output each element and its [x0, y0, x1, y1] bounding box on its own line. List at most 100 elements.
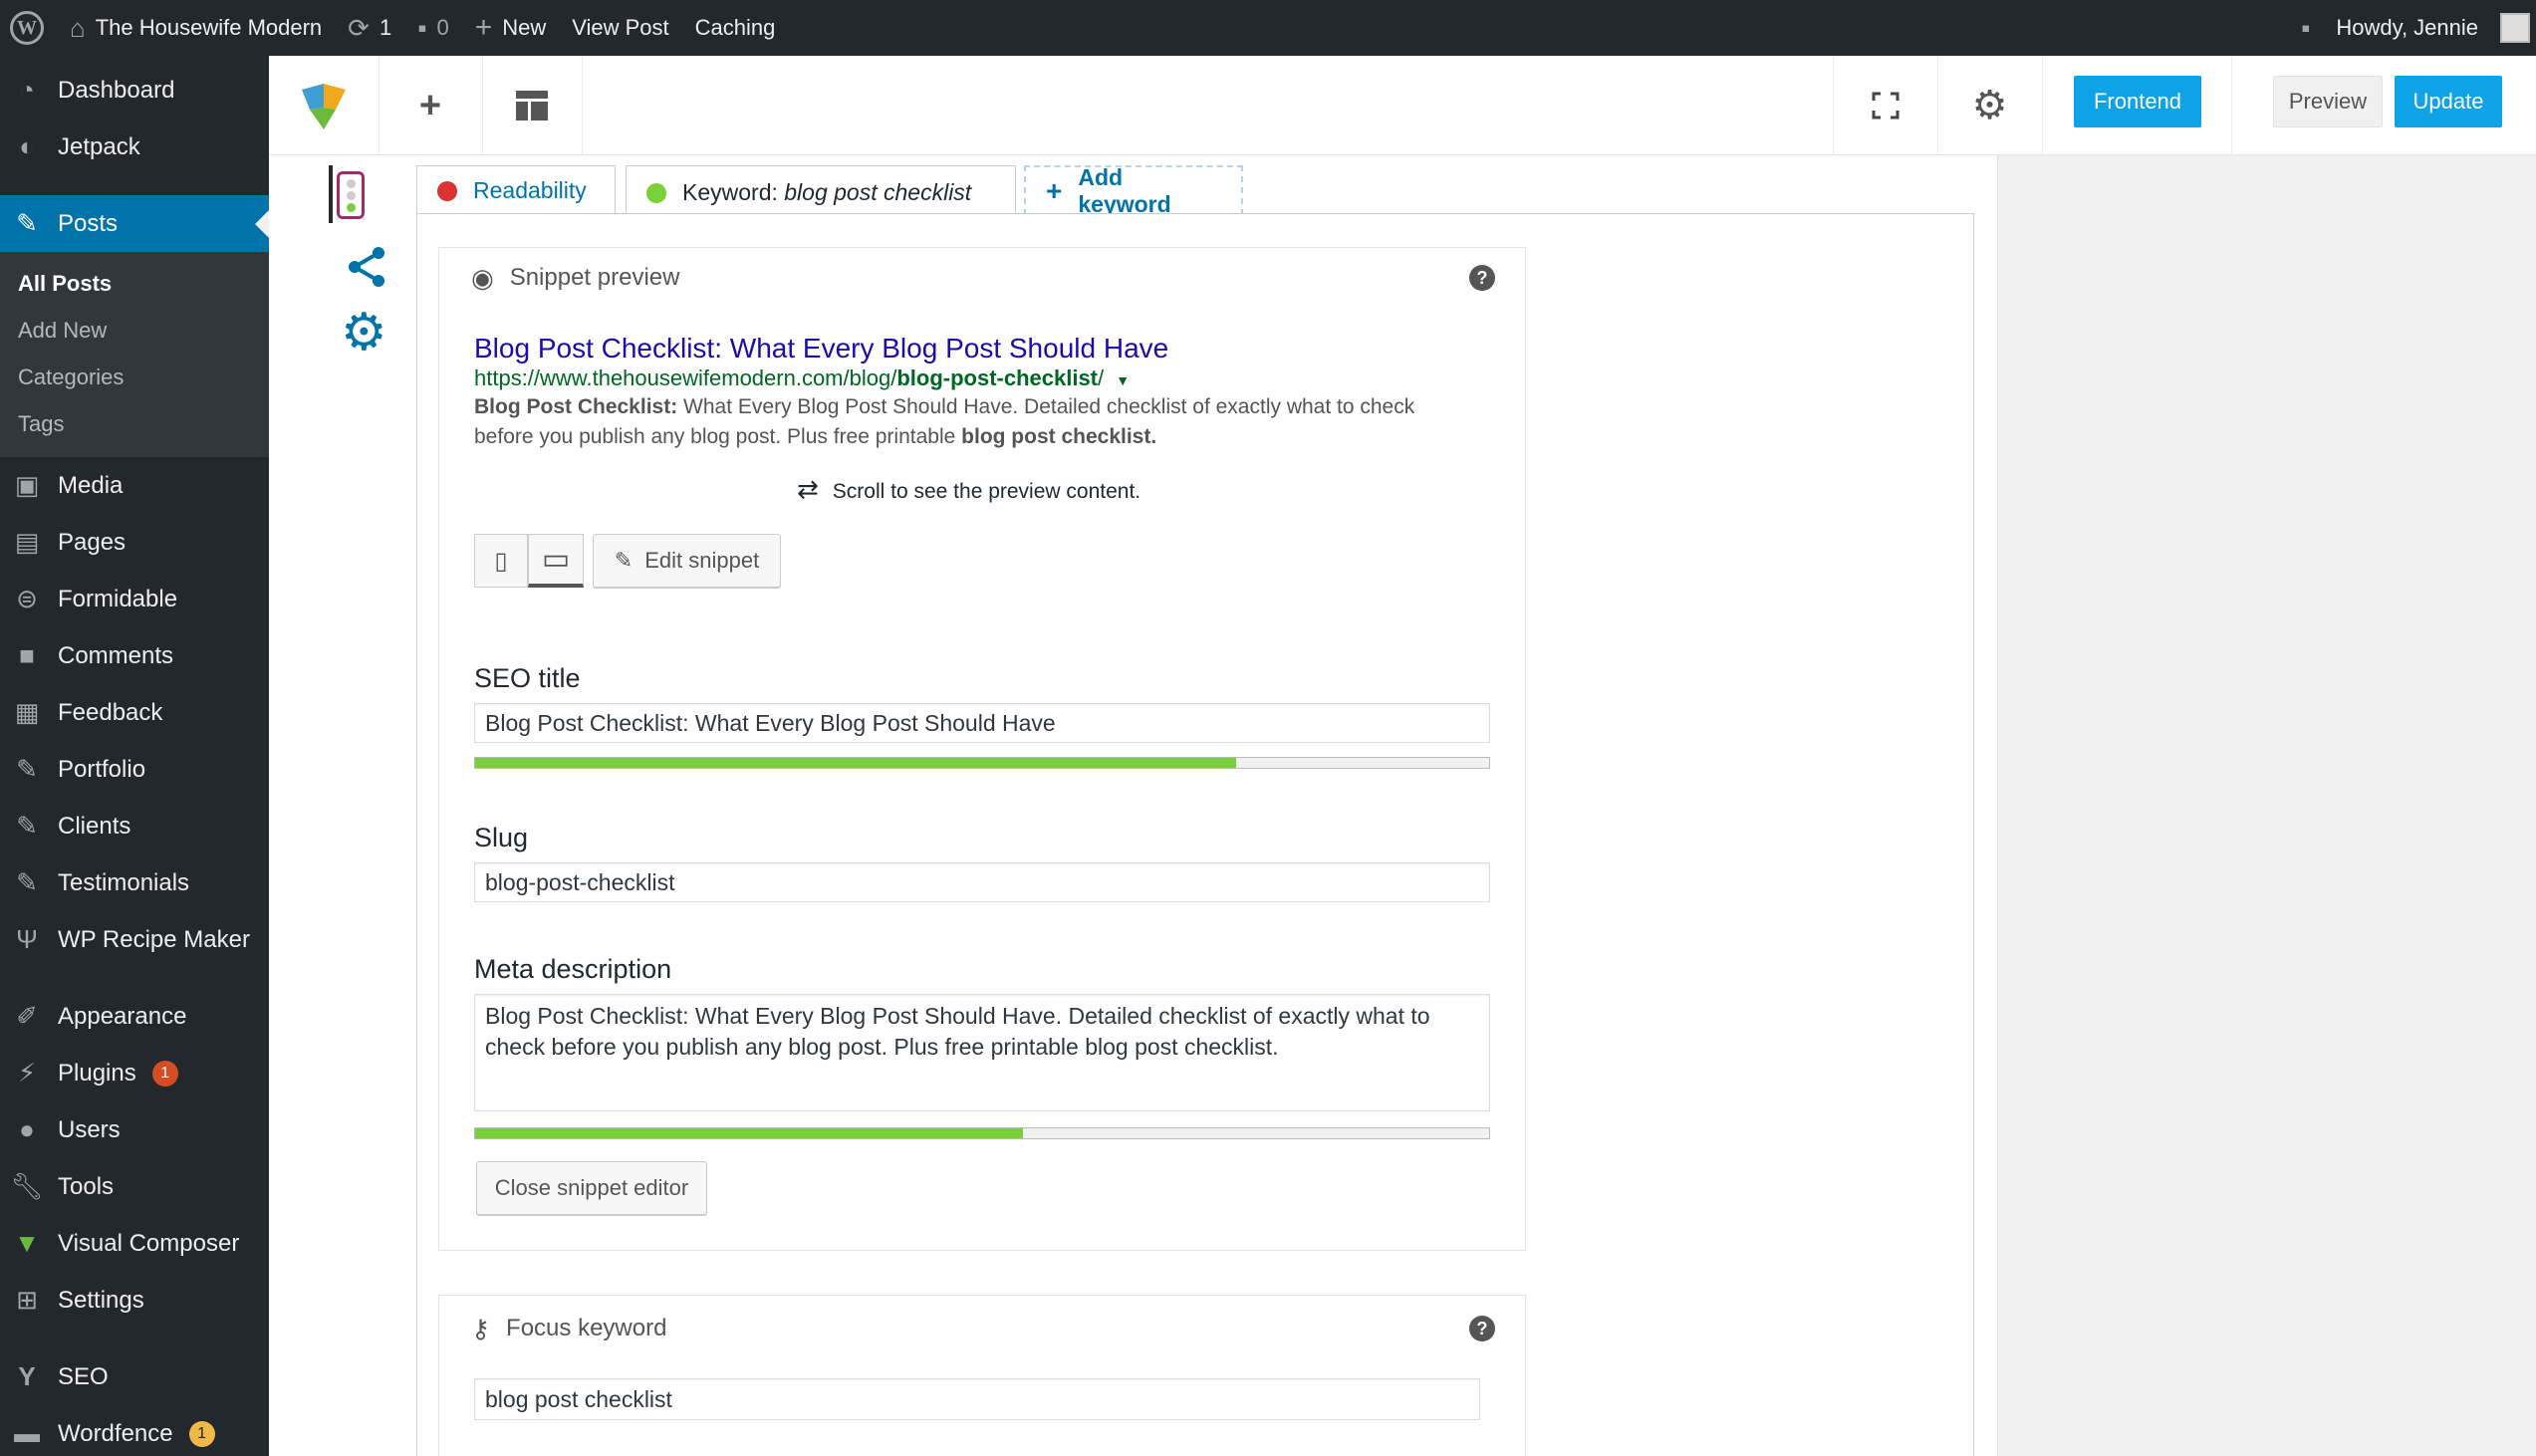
preview-button[interactable]: Preview: [2273, 76, 2383, 127]
menu-item-formidable[interactable]: ⊜ Formidable: [0, 571, 269, 627]
dashboard-icon: ◔: [19, 75, 35, 105]
caching-link[interactable]: Caching: [682, 0, 789, 56]
menu-item-portfolio[interactable]: ✎ Portfolio: [0, 741, 269, 798]
keyword-status-dot: [646, 182, 666, 203]
formidable-icon: ⊜: [16, 584, 38, 613]
wrench-icon: 🔧︎: [10, 1171, 44, 1201]
snippet-description: Blog Post Checklist: What Every Blog Pos…: [474, 392, 1470, 452]
settings-button[interactable]: ⚙: [1937, 56, 2042, 155]
menu-label: Appearance: [58, 1002, 187, 1030]
plus-icon: +: [1046, 175, 1063, 206]
arrows-horizontal-icon: ⇄: [797, 474, 819, 504]
fullscreen-button[interactable]: [1833, 56, 1937, 155]
help-icon[interactable]: ?: [1469, 265, 1495, 291]
help-icon[interactable]: ?: [1469, 1316, 1495, 1341]
menu-item-pages[interactable]: ▤ Pages: [0, 514, 269, 571]
menu-item-testimonials[interactable]: ✎ Testimonials: [0, 854, 269, 911]
light-off: [346, 178, 356, 188]
comments-link[interactable]: ▪ 0: [404, 0, 461, 56]
submenu-add-new[interactable]: Add New: [0, 307, 269, 354]
submenu-categories[interactable]: Categories: [0, 354, 269, 400]
update-button[interactable]: Update: [2395, 76, 2502, 127]
focus-keyword-box: ⚷ Focus keyword ?: [438, 1295, 1526, 1456]
focus-keyword-input[interactable]: blog post checklist: [474, 1378, 1480, 1420]
meta-description-textarea[interactable]: Blog Post Checklist: What Every Blog Pos…: [474, 994, 1490, 1111]
menu-item-clients[interactable]: ✎ Clients: [0, 798, 269, 854]
menu-item-comments[interactable]: ■ Comments: [0, 627, 269, 684]
wordpress-logo[interactable]: W: [0, 0, 57, 56]
focus-keyword-header: ⚷ Focus keyword ?: [439, 1296, 1525, 1361]
menu-item-visual-composer[interactable]: ▼ Visual Composer: [0, 1215, 269, 1272]
menu-label: Visual Composer: [58, 1229, 240, 1257]
menu-item-jetpack[interactable]: ◐ Jetpack: [0, 119, 269, 175]
view-post-link[interactable]: View Post: [559, 0, 681, 56]
menu-label: Plugins: [58, 1059, 136, 1087]
submenu-all-posts[interactable]: All Posts: [0, 260, 269, 307]
snippet-header-label: Snippet preview: [509, 264, 680, 291]
mobile-preview-button[interactable]: ▯: [474, 534, 528, 588]
menu-item-wordfence[interactable]: ▬ Wordfence 1: [0, 1405, 269, 1456]
add-keyword-button[interactable]: + Add keyword: [1024, 164, 1243, 217]
layout-icon: [516, 91, 548, 121]
mobile-icon: ▯: [494, 547, 508, 575]
vc-logo-button[interactable]: [269, 56, 379, 155]
menu-item-tools[interactable]: 🔧︎ Tools: [0, 1158, 269, 1215]
add-element-button[interactable]: +: [379, 56, 482, 155]
menu-item-settings[interactable]: ⊞ Settings: [0, 1272, 269, 1329]
menu-label: Tools: [58, 1172, 115, 1200]
snippet-url[interactable]: https://www.thehousewifemodern.com/blog/…: [474, 365, 1130, 391]
frontend-button[interactable]: Frontend: [2074, 76, 2201, 127]
admin-bar: W ⌂ The Housewife Modern ⟳ 1 ▪ 0 + New V…: [0, 0, 2536, 56]
menu-item-posts[interactable]: ✎ Posts: [0, 195, 269, 252]
menu-item-appearance[interactable]: ✐ Appearance: [0, 988, 269, 1045]
tab-keyword[interactable]: Keyword: blog post checklist: [626, 165, 1016, 219]
menu-item-dashboard[interactable]: ◔ Dashboard: [0, 62, 269, 119]
menu-item-seo[interactable]: Y SEO: [0, 1348, 269, 1405]
seo-title-value: Blog Post Checklist: What Every Blog Pos…: [485, 709, 1056, 736]
caching-label: Caching: [694, 15, 776, 40]
tab-readability[interactable]: Readability: [416, 165, 616, 215]
seo-title-progress: [474, 757, 1490, 769]
menu-item-users[interactable]: ● Users: [0, 1101, 269, 1158]
desc-bold: blog post checklist.: [961, 425, 1157, 448]
pin-icon: ✎: [16, 208, 38, 238]
menu-label: Wordfence: [58, 1419, 173, 1447]
menu-item-feedback[interactable]: ▦ Feedback: [0, 684, 269, 741]
wordfence-icon: ▬: [14, 1418, 40, 1448]
menu-item-media[interactable]: ▣ Media: [0, 457, 269, 514]
updates-link[interactable]: ⟳ 1: [335, 0, 404, 56]
light-green: [346, 202, 356, 212]
notification-icon: ▪: [2301, 13, 2311, 43]
new-content-link[interactable]: + New: [462, 0, 560, 56]
close-snippet-editor-button[interactable]: Close snippet editor: [476, 1161, 707, 1215]
slug-input[interactable]: blog-post-checklist: [474, 862, 1490, 902]
my-account-link[interactable]: Howdy, Jennie: [2323, 0, 2536, 56]
desktop-preview-button[interactable]: ▭: [528, 534, 584, 588]
pin-icon: ✎: [16, 867, 38, 897]
share-icon[interactable]: [345, 245, 388, 289]
menu-label: Comments: [58, 641, 174, 669]
submenu-tags[interactable]: Tags: [0, 400, 269, 447]
menu-label: Feedback: [58, 698, 163, 726]
seo-title-input[interactable]: Blog Post Checklist: What Every Blog Pos…: [474, 703, 1490, 743]
scroll-hint-text: Scroll to see the preview content.: [832, 480, 1141, 503]
jetpack-icon: ◐: [19, 131, 35, 161]
traffic-light-icon[interactable]: [337, 171, 365, 219]
menu-label: Media: [58, 471, 124, 499]
settings-icon: ⊞: [16, 1285, 38, 1315]
snippet-title[interactable]: Blog Post Checklist: What Every Blog Pos…: [474, 333, 1168, 364]
readability-status-dot: [437, 180, 457, 201]
keyword-value: blog post checklist: [784, 179, 972, 205]
templates-button[interactable]: [482, 56, 582, 155]
site-name-link[interactable]: ⌂ The Housewife Modern: [57, 0, 335, 56]
menu-item-plugins[interactable]: ⚡ Plugins 1: [0, 1045, 269, 1101]
menu-label: Dashboard: [58, 76, 175, 104]
wordfence-badge: 1: [188, 1420, 215, 1447]
menu-label: Portfolio: [58, 755, 146, 783]
menu-label: SEO: [58, 1362, 109, 1390]
menu-item-wp-recipe-maker[interactable]: Ψ WP Recipe Maker: [0, 911, 269, 968]
edit-snippet-button[interactable]: ✎ Edit snippet: [593, 534, 781, 588]
notifications-link[interactable]: ▪: [2288, 0, 2323, 56]
gear-icon[interactable]: ⚙: [341, 307, 387, 359]
caret-down-icon: ▼: [1116, 372, 1131, 388]
